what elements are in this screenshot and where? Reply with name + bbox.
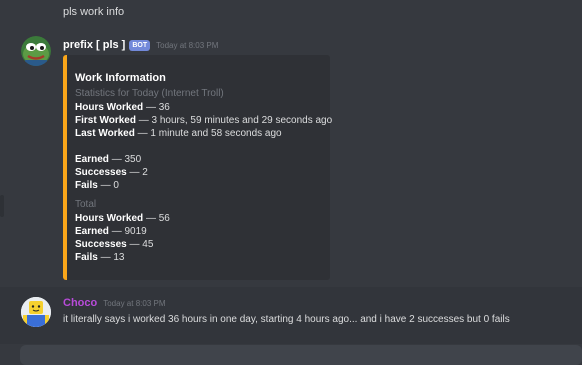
user-username[interactable]: Choco <box>63 297 97 309</box>
total-header: Total <box>75 199 97 210</box>
stat-line: Fails — 13 <box>75 252 124 263</box>
pepe-frog-avatar-icon <box>21 36 51 66</box>
stat-label: Hours Worked <box>75 213 144 224</box>
bot-tag-badge: BOT <box>129 39 151 51</box>
stat-line: Fails — 0 <box>75 180 119 191</box>
stat-value: 350 <box>124 154 142 165</box>
stat-label: Fails <box>75 252 98 263</box>
stat-separator: — <box>111 226 122 237</box>
stat-label: First Worked <box>75 115 136 126</box>
stat-label: Earned <box>75 154 109 165</box>
user-message-header: Choco Today at 8:03 PM <box>63 297 166 309</box>
stat-separator: — <box>111 154 122 165</box>
stat-separator: — <box>129 239 140 250</box>
stat-line: Last Worked — 1 minute and 58 seconds ag… <box>75 128 282 139</box>
stat-separator: — <box>100 180 111 191</box>
message-input[interactable] <box>20 345 582 365</box>
stat-label: Successes <box>75 167 127 178</box>
stat-label: Last Worked <box>75 128 135 139</box>
embed-title: Work Information <box>75 72 166 84</box>
user-timestamp[interactable]: Today at 8:03 PM <box>103 299 165 308</box>
stat-line: Earned — 9019 <box>75 226 147 237</box>
stat-line: Successes — 2 <box>75 167 148 178</box>
stat-value: 9019 <box>124 226 147 237</box>
stat-value: 56 <box>158 213 170 224</box>
stat-value: 2 <box>142 167 148 178</box>
roblox-character-avatar-icon <box>21 297 51 327</box>
stat-line: First Worked — 3 hours, 59 minutes and 2… <box>75 115 332 126</box>
stat-separator: — <box>145 102 156 113</box>
bot-username[interactable]: prefix [ pls ] <box>63 39 125 51</box>
choco-avatar[interactable] <box>21 297 51 327</box>
stat-line: Successes — 45 <box>75 239 153 250</box>
stat-label: Successes <box>75 239 127 250</box>
bot-timestamp[interactable]: Today at 8:03 PM <box>156 41 218 50</box>
stat-value: 13 <box>113 252 125 263</box>
stat-line: Hours Worked — 36 <box>75 102 170 113</box>
stat-line: Earned — 350 <box>75 154 141 165</box>
stat-value: 0 <box>113 180 119 191</box>
stat-label: Earned <box>75 226 109 237</box>
stat-separator: — <box>145 213 156 224</box>
user-message-text: it literally says i worked 36 hours in o… <box>63 314 510 325</box>
work-info-embed: Work Information Statistics for Today (I… <box>63 55 332 280</box>
stat-line: Hours Worked — 56 <box>75 213 170 224</box>
bot-message-header: prefix [ pls ] BOT Today at 8:03 PM <box>63 39 218 51</box>
stat-value: 45 <box>142 239 154 250</box>
bot-avatar[interactable] <box>21 36 51 66</box>
stat-value: 3 hours, 59 minutes and 29 seconds ago <box>151 115 333 126</box>
stat-value: 1 minute and 58 seconds ago <box>150 128 282 139</box>
stat-label: Hours Worked <box>75 102 144 113</box>
previous-message-text: pls work info <box>63 6 125 18</box>
stat-value: 36 <box>158 102 170 113</box>
stat-separator: — <box>138 115 149 126</box>
stat-separator: — <box>137 128 148 139</box>
today-header: Statistics for Today (Internet Troll) <box>75 88 224 99</box>
stat-label: Fails <box>75 180 98 191</box>
stat-separator: — <box>129 167 140 178</box>
stat-separator: — <box>100 252 111 263</box>
